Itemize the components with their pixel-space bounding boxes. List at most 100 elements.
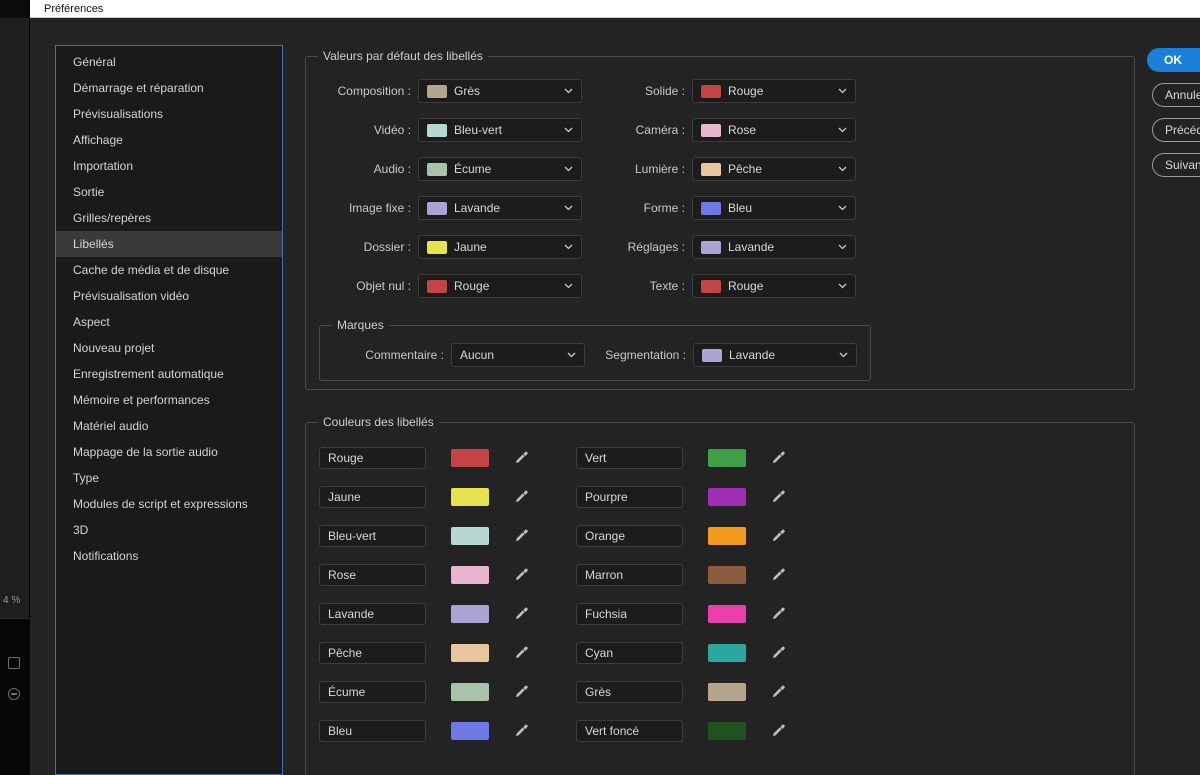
- next-button[interactable]: Suivant: [1152, 153, 1200, 177]
- sidebar-item[interactable]: Enregistrement automatique: [56, 361, 282, 387]
- sidebar-item[interactable]: Prévisualisation vidéo: [56, 283, 282, 309]
- label-color-swatch[interactable]: [451, 722, 489, 740]
- label-name-input[interactable]: [576, 486, 683, 508]
- label-default-dropdown[interactable]: Bleu-vert: [418, 118, 582, 142]
- label-name-input[interactable]: [319, 720, 426, 742]
- label-default-row: Commentaire : Aucun: [322, 343, 585, 367]
- label-name-input[interactable]: [576, 447, 683, 469]
- label-color-swatch[interactable]: [708, 488, 746, 506]
- label-name-input[interactable]: [319, 603, 426, 625]
- eyedropper-icon[interactable]: [771, 723, 787, 739]
- eyedropper-icon[interactable]: [771, 606, 787, 622]
- label-default-dropdown[interactable]: Jaune: [418, 235, 582, 259]
- chevron-down-icon: [567, 352, 576, 358]
- eyedropper-icon[interactable]: [771, 489, 787, 505]
- label-name-input[interactable]: [319, 564, 426, 586]
- label-name-input[interactable]: [319, 681, 426, 703]
- label-name-input[interactable]: [576, 642, 683, 664]
- label-color-swatch[interactable]: [708, 683, 746, 701]
- label-default-dropdown[interactable]: Aucun: [451, 343, 585, 367]
- label-default-dropdown[interactable]: Lavande: [692, 235, 856, 259]
- label-name-input[interactable]: [319, 486, 426, 508]
- previous-button[interactable]: Précédent: [1152, 118, 1200, 142]
- eyedropper-icon[interactable]: [771, 567, 787, 583]
- eyedropper-icon[interactable]: [514, 567, 530, 583]
- label-color-row: [576, 681, 787, 703]
- sidebar-item[interactable]: Grilles/repères: [56, 205, 282, 231]
- dropdown-color-swatch: [427, 123, 447, 137]
- label-color-swatch[interactable]: [451, 605, 489, 623]
- label-default-dropdown[interactable]: Lavande: [418, 196, 582, 220]
- sidebar-item[interactable]: 3D: [56, 517, 282, 543]
- label-color-swatch[interactable]: [708, 566, 746, 584]
- sidebar-item[interactable]: Libellés: [56, 231, 282, 257]
- label-color-swatch[interactable]: [708, 605, 746, 623]
- label-default-dropdown[interactable]: Bleu: [692, 196, 856, 220]
- label-default-dropdown[interactable]: Rose: [692, 118, 856, 142]
- eyedropper-icon[interactable]: [771, 684, 787, 700]
- eyedropper-icon[interactable]: [771, 528, 787, 544]
- eyedropper-icon[interactable]: [771, 645, 787, 661]
- dropdown-color-swatch: [427, 162, 447, 176]
- label-default-dropdown[interactable]: Pêche: [692, 157, 856, 181]
- sidebar-item[interactable]: Affichage: [56, 127, 282, 153]
- label-color-swatch[interactable]: [451, 644, 489, 662]
- sidebar-item[interactable]: Notifications: [56, 543, 282, 569]
- eyedropper-icon[interactable]: [514, 528, 530, 544]
- label-name-input[interactable]: [576, 720, 683, 742]
- sidebar-item[interactable]: Nouveau projet: [56, 335, 282, 361]
- dropdown-field-label: Objet nul :: [356, 279, 411, 293]
- label-default-dropdown[interactable]: Lavande: [693, 343, 857, 367]
- eyedropper-icon[interactable]: [771, 450, 787, 466]
- label-default-dropdown[interactable]: Rouge: [418, 274, 582, 298]
- label-color-swatch[interactable]: [708, 527, 746, 545]
- sidebar-item[interactable]: Démarrage et réparation: [56, 75, 282, 101]
- sidebar-item[interactable]: Prévisualisations: [56, 101, 282, 127]
- eyedropper-icon[interactable]: [514, 489, 530, 505]
- label-color-swatch[interactable]: [708, 644, 746, 662]
- label-default-row: Image fixe : Lavande: [319, 196, 582, 220]
- sidebar-item[interactable]: Mappage de la sortie audio: [56, 439, 282, 465]
- label-name-input[interactable]: [576, 564, 683, 586]
- eyedropper-icon[interactable]: [514, 723, 530, 739]
- eyedropper-icon[interactable]: [514, 645, 530, 661]
- sidebar-item-label: Notifications: [73, 549, 139, 563]
- label-color-swatch[interactable]: [708, 449, 746, 467]
- sidebar-item[interactable]: Mémoire et performances: [56, 387, 282, 413]
- ok-button[interactable]: OK: [1147, 48, 1200, 72]
- eyedropper-icon[interactable]: [514, 450, 530, 466]
- dropdown-color-swatch: [701, 162, 721, 176]
- sidebar-item[interactable]: Importation: [56, 153, 282, 179]
- label-color-swatch[interactable]: [451, 683, 489, 701]
- label-default-dropdown[interactable]: Rouge: [692, 274, 856, 298]
- label-color-swatch[interactable]: [451, 566, 489, 584]
- label-default-dropdown[interactable]: Rouge: [692, 79, 856, 103]
- sidebar-item[interactable]: Type: [56, 465, 282, 491]
- dropdown-value: Grès: [454, 84, 481, 98]
- label-name-input[interactable]: [319, 525, 426, 547]
- label-name-input[interactable]: [576, 525, 683, 547]
- sidebar-item[interactable]: Cache de média et de disque: [56, 257, 282, 283]
- cancel-button-label: Annuler: [1165, 88, 1200, 102]
- sidebar-item[interactable]: Sortie: [56, 179, 282, 205]
- label-name-input[interactable]: [319, 642, 426, 664]
- sidebar-item[interactable]: Aspect: [56, 309, 282, 335]
- label-default-dropdown[interactable]: Grès: [418, 79, 582, 103]
- label-name-input[interactable]: [319, 447, 426, 469]
- cancel-button[interactable]: Annuler: [1152, 83, 1200, 107]
- label-color-swatch[interactable]: [451, 488, 489, 506]
- sidebar-item[interactable]: Modules de script et expressions: [56, 491, 282, 517]
- eyedropper-icon[interactable]: [514, 684, 530, 700]
- label-color-swatch[interactable]: [451, 527, 489, 545]
- eyedropper-icon[interactable]: [514, 606, 530, 622]
- sidebar-item-label: 3D: [73, 523, 89, 537]
- label-name-input[interactable]: [576, 681, 683, 703]
- sidebar-item[interactable]: Général: [56, 49, 282, 75]
- dropdown-value: Rouge: [454, 279, 490, 293]
- sidebar-item[interactable]: Matériel audio: [56, 413, 282, 439]
- label-color-swatch[interactable]: [451, 449, 489, 467]
- label-color-swatch[interactable]: [708, 722, 746, 740]
- label-name-input[interactable]: [576, 603, 683, 625]
- label-default-dropdown[interactable]: Écume: [418, 157, 582, 181]
- sidebar-item-label: Matériel audio: [73, 419, 149, 433]
